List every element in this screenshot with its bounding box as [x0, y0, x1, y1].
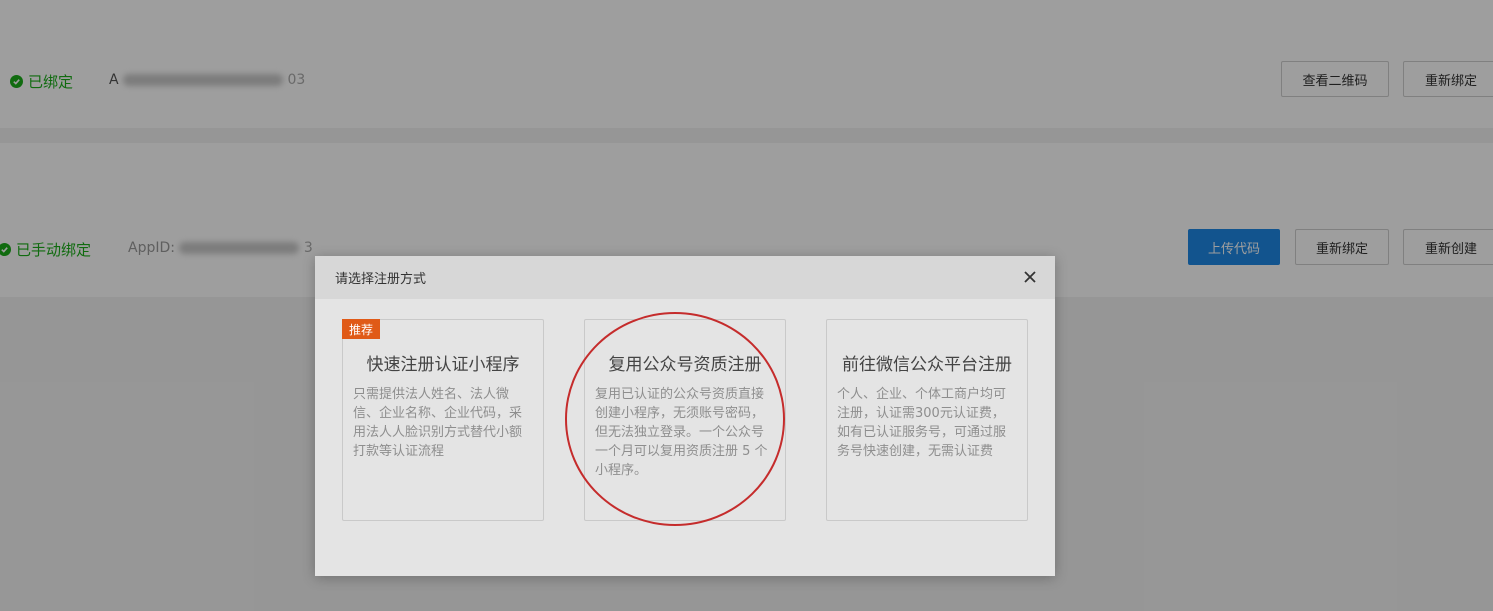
- recommend-badge: 推荐: [342, 319, 381, 339]
- dialog-title: 请选择注册方式: [335, 272, 427, 287]
- card-wechat-platform-register[interactable]: 前往微信公众平台注册 个人、企业、个体工商户均可注册，认证需300元认证费，如有…: [826, 319, 1028, 521]
- card-description: 只需提供法人姓名、法人微信、企业名称、企业代码，采用法人人脸识别方式替代小额打款…: [353, 387, 523, 459]
- card-description: 个人、企业、个体工商户均可注册，认证需300元认证费，如有已认证服务号，可通过服…: [837, 387, 1007, 459]
- card-description: 复用已认证的公众号资质直接创建小程序，无须账号密码，但无法独立登录。一个公众号一…: [595, 387, 768, 478]
- card-title: 复用公众号资质注册: [608, 355, 762, 375]
- card-quick-register[interactable]: 推荐 快速注册认证小程序 只需提供法人姓名、法人微信、企业名称、企业代码，采用法…: [342, 319, 544, 521]
- card-title: 前往微信公众平台注册: [842, 355, 1012, 375]
- dialog-header: 请选择注册方式: [315, 256, 1055, 299]
- register-method-dialog: 请选择注册方式 推荐 快速注册认证小程序 只需提供法人姓名、法人微信、企业名称、…: [315, 256, 1055, 576]
- card-reuse-official-account[interactable]: 复用公众号资质注册 复用已认证的公众号资质直接创建小程序，无须账号密码，但无法独…: [584, 319, 786, 521]
- card-title: 快速注册认证小程序: [366, 355, 520, 375]
- close-icon[interactable]: [1021, 268, 1039, 286]
